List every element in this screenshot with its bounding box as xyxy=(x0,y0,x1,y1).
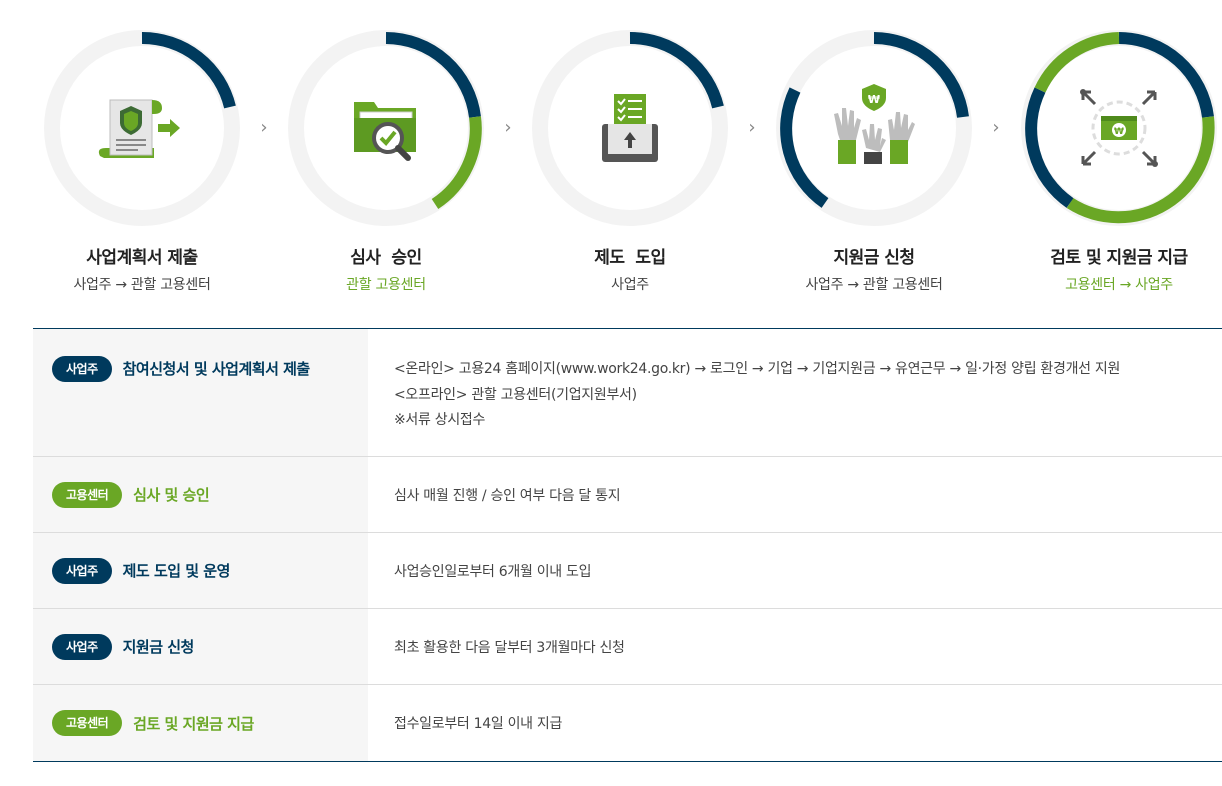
process-detail-table: 사업주 참여신청서 및 사업계획서 제출 <온라인> 고용24 홈페이지(www… xyxy=(33,328,1222,762)
step-5: ₩ 검토 및 지원금 지급 고용센터 → 사업주 xyxy=(1004,0,1222,294)
chevron-right-icon: › xyxy=(748,117,756,138)
step-title: 지원금 신청 xyxy=(833,248,915,268)
row-label: 검토 및 지원금 지급 xyxy=(133,714,254,733)
chevron-right-icon: › xyxy=(504,117,512,138)
row-header: 사업주 제도 도입 및 운영 xyxy=(33,533,368,608)
row-content: 심사 매월 진행 / 승인 여부 다음 달 통지 xyxy=(368,457,1222,532)
svg-text:₩: ₩ xyxy=(1114,127,1124,137)
actor-badge: 사업주 xyxy=(52,356,112,382)
actor-badge: 사업주 xyxy=(52,557,112,584)
row-text: ※서류 상시접수 xyxy=(394,412,486,428)
table-row: 사업주 지원금 신청 최초 활용한 다음 달부터 3개월마다 신청 xyxy=(33,609,1222,685)
row-content: 사업승인일로부터 6개월 이내 도입 xyxy=(368,533,1222,608)
actor-badge: 고용센터 xyxy=(52,481,123,508)
chevron-right-icon: › xyxy=(260,117,268,138)
step-title: 제도 도입 xyxy=(594,248,666,268)
row-label: 참여신청서 및 사업계획서 제출 xyxy=(122,360,311,378)
row-label: 지원금 신청 xyxy=(122,638,195,656)
step-title: 심사 승인 xyxy=(350,248,422,268)
table-row: 사업주 제도 도입 및 운영 사업승인일로부터 6개월 이내 도입 xyxy=(33,533,1222,609)
checklist-upload-icon xyxy=(602,94,658,162)
row-content: 접수일로부터 14일 이내 지급 xyxy=(368,685,1222,761)
folder-review-icon xyxy=(354,102,416,161)
row-content: <온라인> 고용24 홈페이지(www.work24.go.kr) → 로그인 … xyxy=(368,329,1222,456)
row-header: 고용센터 심사 및 승인 xyxy=(33,457,368,532)
step-3: 제도 도입 사업주 xyxy=(515,0,745,294)
actor-badge: 사업주 xyxy=(52,633,112,660)
row-text: <오프라인> 관할 고용센터(기업지원부서) xyxy=(394,386,637,403)
row-content: 최초 활용한 다음 달부터 3개월마다 신청 xyxy=(368,609,1222,684)
row-text: 사업승인일로부터 6개월 이내 도입 xyxy=(394,563,592,580)
step-subtitle: 관할 고용센터 xyxy=(346,277,426,293)
row-text: 최초 활용한 다음 달부터 3개월마다 신청 xyxy=(394,639,625,656)
table-row: 고용센터 검토 및 지원금 지급 접수일로부터 14일 이내 지급 xyxy=(33,685,1222,761)
table-row: 고용센터 심사 및 승인 심사 매월 진행 / 승인 여부 다음 달 통지 xyxy=(33,457,1222,533)
row-text: 심사 매월 진행 / 승인 여부 다음 달 통지 xyxy=(394,487,621,504)
row-text: 접수일로부터 14일 이내 지급 xyxy=(394,716,563,732)
row-label: 제도 도입 및 운영 xyxy=(122,562,231,580)
step-subtitle: 사업주 → 관할 고용센터 xyxy=(805,277,943,293)
document-submit-icon xyxy=(98,99,180,158)
step-2: 심사 승인 관할 고용센터 xyxy=(271,0,501,294)
raised-hands-won-icon: ₩ xyxy=(834,84,915,164)
step-4: ₩ 지원금 신청 사업주 → 관할 고용센터 xyxy=(759,0,989,294)
row-header: 고용센터 검토 및 지원금 지급 xyxy=(33,685,368,761)
svg-text:₩: ₩ xyxy=(868,93,880,106)
step-title: 검토 및 지원금 지급 xyxy=(1050,248,1188,268)
row-header: 사업주 참여신청서 및 사업계획서 제출 xyxy=(33,329,368,456)
money-expand-icon: ₩ xyxy=(1080,89,1158,167)
row-label: 심사 및 승인 xyxy=(133,486,210,504)
step-subtitle: 고용센터 → 사업주 xyxy=(1065,277,1173,293)
chevron-right-icon: › xyxy=(992,117,1000,138)
step-1: 사업계획서 제출 사업주 → 관할 고용센터 xyxy=(27,0,257,294)
process-steps: 사업계획서 제출 사업주 → 관할 고용센터 심사 승인 관할 고용센터 제도 … xyxy=(0,0,1222,300)
step-subtitle: 사업주 → 관할 고용센터 xyxy=(73,277,211,293)
step-subtitle: 사업주 xyxy=(611,277,649,293)
step-title: 사업계획서 제출 xyxy=(86,248,198,268)
table-row: 사업주 참여신청서 및 사업계획서 제출 <온라인> 고용24 홈페이지(www… xyxy=(33,329,1222,457)
row-text: <온라인> 고용24 홈페이지(www.work24.go.kr) → 로그인 … xyxy=(394,361,1121,377)
row-header: 사업주 지원금 신청 xyxy=(33,609,368,684)
actor-badge: 고용센터 xyxy=(52,710,123,736)
